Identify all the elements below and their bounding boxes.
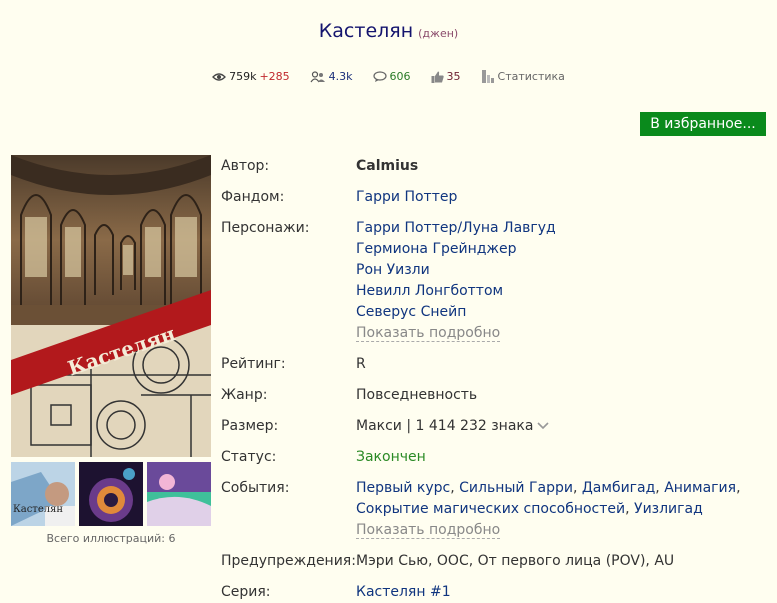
comments-count: 606: [389, 70, 411, 83]
size-text: Макси | 1 414 232 знака: [356, 418, 534, 434]
title-row: Кастелян (джен): [0, 20, 777, 42]
genre-value[interactable]: Повседневность: [356, 387, 477, 403]
chevron-down-icon[interactable]: [537, 418, 550, 434]
stats-bar: 759k +285 4.3k 606 35 Статистика: [0, 70, 777, 83]
fic-title[interactable]: Кастелян: [319, 20, 413, 42]
warnings-label: Предупреждения:: [221, 553, 356, 569]
events-label: События:: [221, 480, 290, 496]
event-link[interactable]: Дамбигад: [582, 480, 655, 496]
show-more-events[interactable]: Показать подробно: [356, 522, 501, 539]
readers-icon: [310, 70, 326, 83]
illustrations-count[interactable]: Всего иллюстраций: 6: [11, 532, 211, 545]
statistics-link[interactable]: Статистика: [481, 70, 565, 83]
likes-count: 35: [446, 70, 461, 83]
views-stat: 759k +285: [212, 70, 290, 83]
fandom-link[interactable]: Гарри Поттер: [356, 189, 457, 205]
eye-icon: [212, 72, 226, 82]
character-link[interactable]: Гермиона Грейнджер: [356, 241, 517, 257]
warnings-value[interactable]: Мэри Сью, ООС, От первого лица (POV), AU: [356, 553, 674, 569]
illustration-thumb-3[interactable]: [147, 462, 211, 526]
author-link[interactable]: Calmius: [356, 158, 418, 174]
event-link[interactable]: Уизлигад: [634, 501, 703, 517]
illustration-thumb-1[interactable]: Кастелян: [11, 462, 75, 526]
genre-label: Жанр:: [221, 387, 268, 403]
thumbs-up-icon: [431, 71, 444, 83]
add-to-favorites-button[interactable]: В избранное...: [640, 112, 766, 136]
event-link[interactable]: Сильный Гарри: [459, 480, 573, 496]
events-line-1: Первый курс, Сильный Гарри, Дамбигад, Ан…: [356, 480, 741, 496]
character-link[interactable]: Рон Уизли: [356, 262, 430, 278]
rating-value[interactable]: R: [356, 356, 366, 372]
statistics-label: Статистика: [497, 70, 565, 83]
direction-label: (джен): [418, 27, 459, 40]
fandom-label: Фандом:: [221, 189, 285, 205]
characters-label: Персонажи:: [221, 220, 310, 236]
comments-stat[interactable]: 606: [372, 70, 411, 83]
bar-chart-icon: [481, 70, 495, 83]
status-value: Закончен: [356, 449, 426, 465]
show-more-characters[interactable]: Показать подробно: [356, 325, 501, 342]
rating-label: Рейтинг:: [221, 356, 286, 372]
comment-icon: [372, 71, 387, 82]
likes-stat[interactable]: 35: [431, 70, 461, 83]
size-label: Размер:: [221, 418, 279, 434]
illustration-thumb-2[interactable]: [79, 462, 143, 526]
author-label: Автор:: [221, 158, 270, 174]
character-link[interactable]: Невилл Лонгботтом: [356, 283, 503, 299]
event-link[interactable]: Сокрытие магических способностей: [356, 501, 625, 517]
character-link[interactable]: Гарри Поттер/Луна Лавгуд: [356, 220, 556, 236]
status-label: Статус:: [221, 449, 277, 465]
series-link[interactable]: Кастелян #1: [356, 584, 451, 600]
views-delta: +285: [259, 70, 290, 83]
cover-image[interactable]: Кастелян: [11, 155, 211, 457]
events-line-2: Сокрытие магических способностей, Уизлиг…: [356, 501, 703, 517]
character-link[interactable]: Северус Снейп: [356, 304, 466, 320]
illustration-thumbs: Кастелян: [11, 462, 211, 526]
views-count: 759k: [229, 70, 257, 83]
series-label: Серия:: [221, 584, 271, 600]
readers-count: 4.3k: [328, 70, 353, 83]
readers-stat[interactable]: 4.3k: [310, 70, 353, 83]
thumb-caption: Кастелян: [13, 504, 63, 515]
size-value[interactable]: Макси | 1 414 232 знака: [356, 418, 550, 434]
event-link[interactable]: Анимагия: [664, 480, 736, 496]
event-link[interactable]: Первый курс: [356, 480, 450, 496]
cover-art: Кастелян: [11, 155, 211, 457]
